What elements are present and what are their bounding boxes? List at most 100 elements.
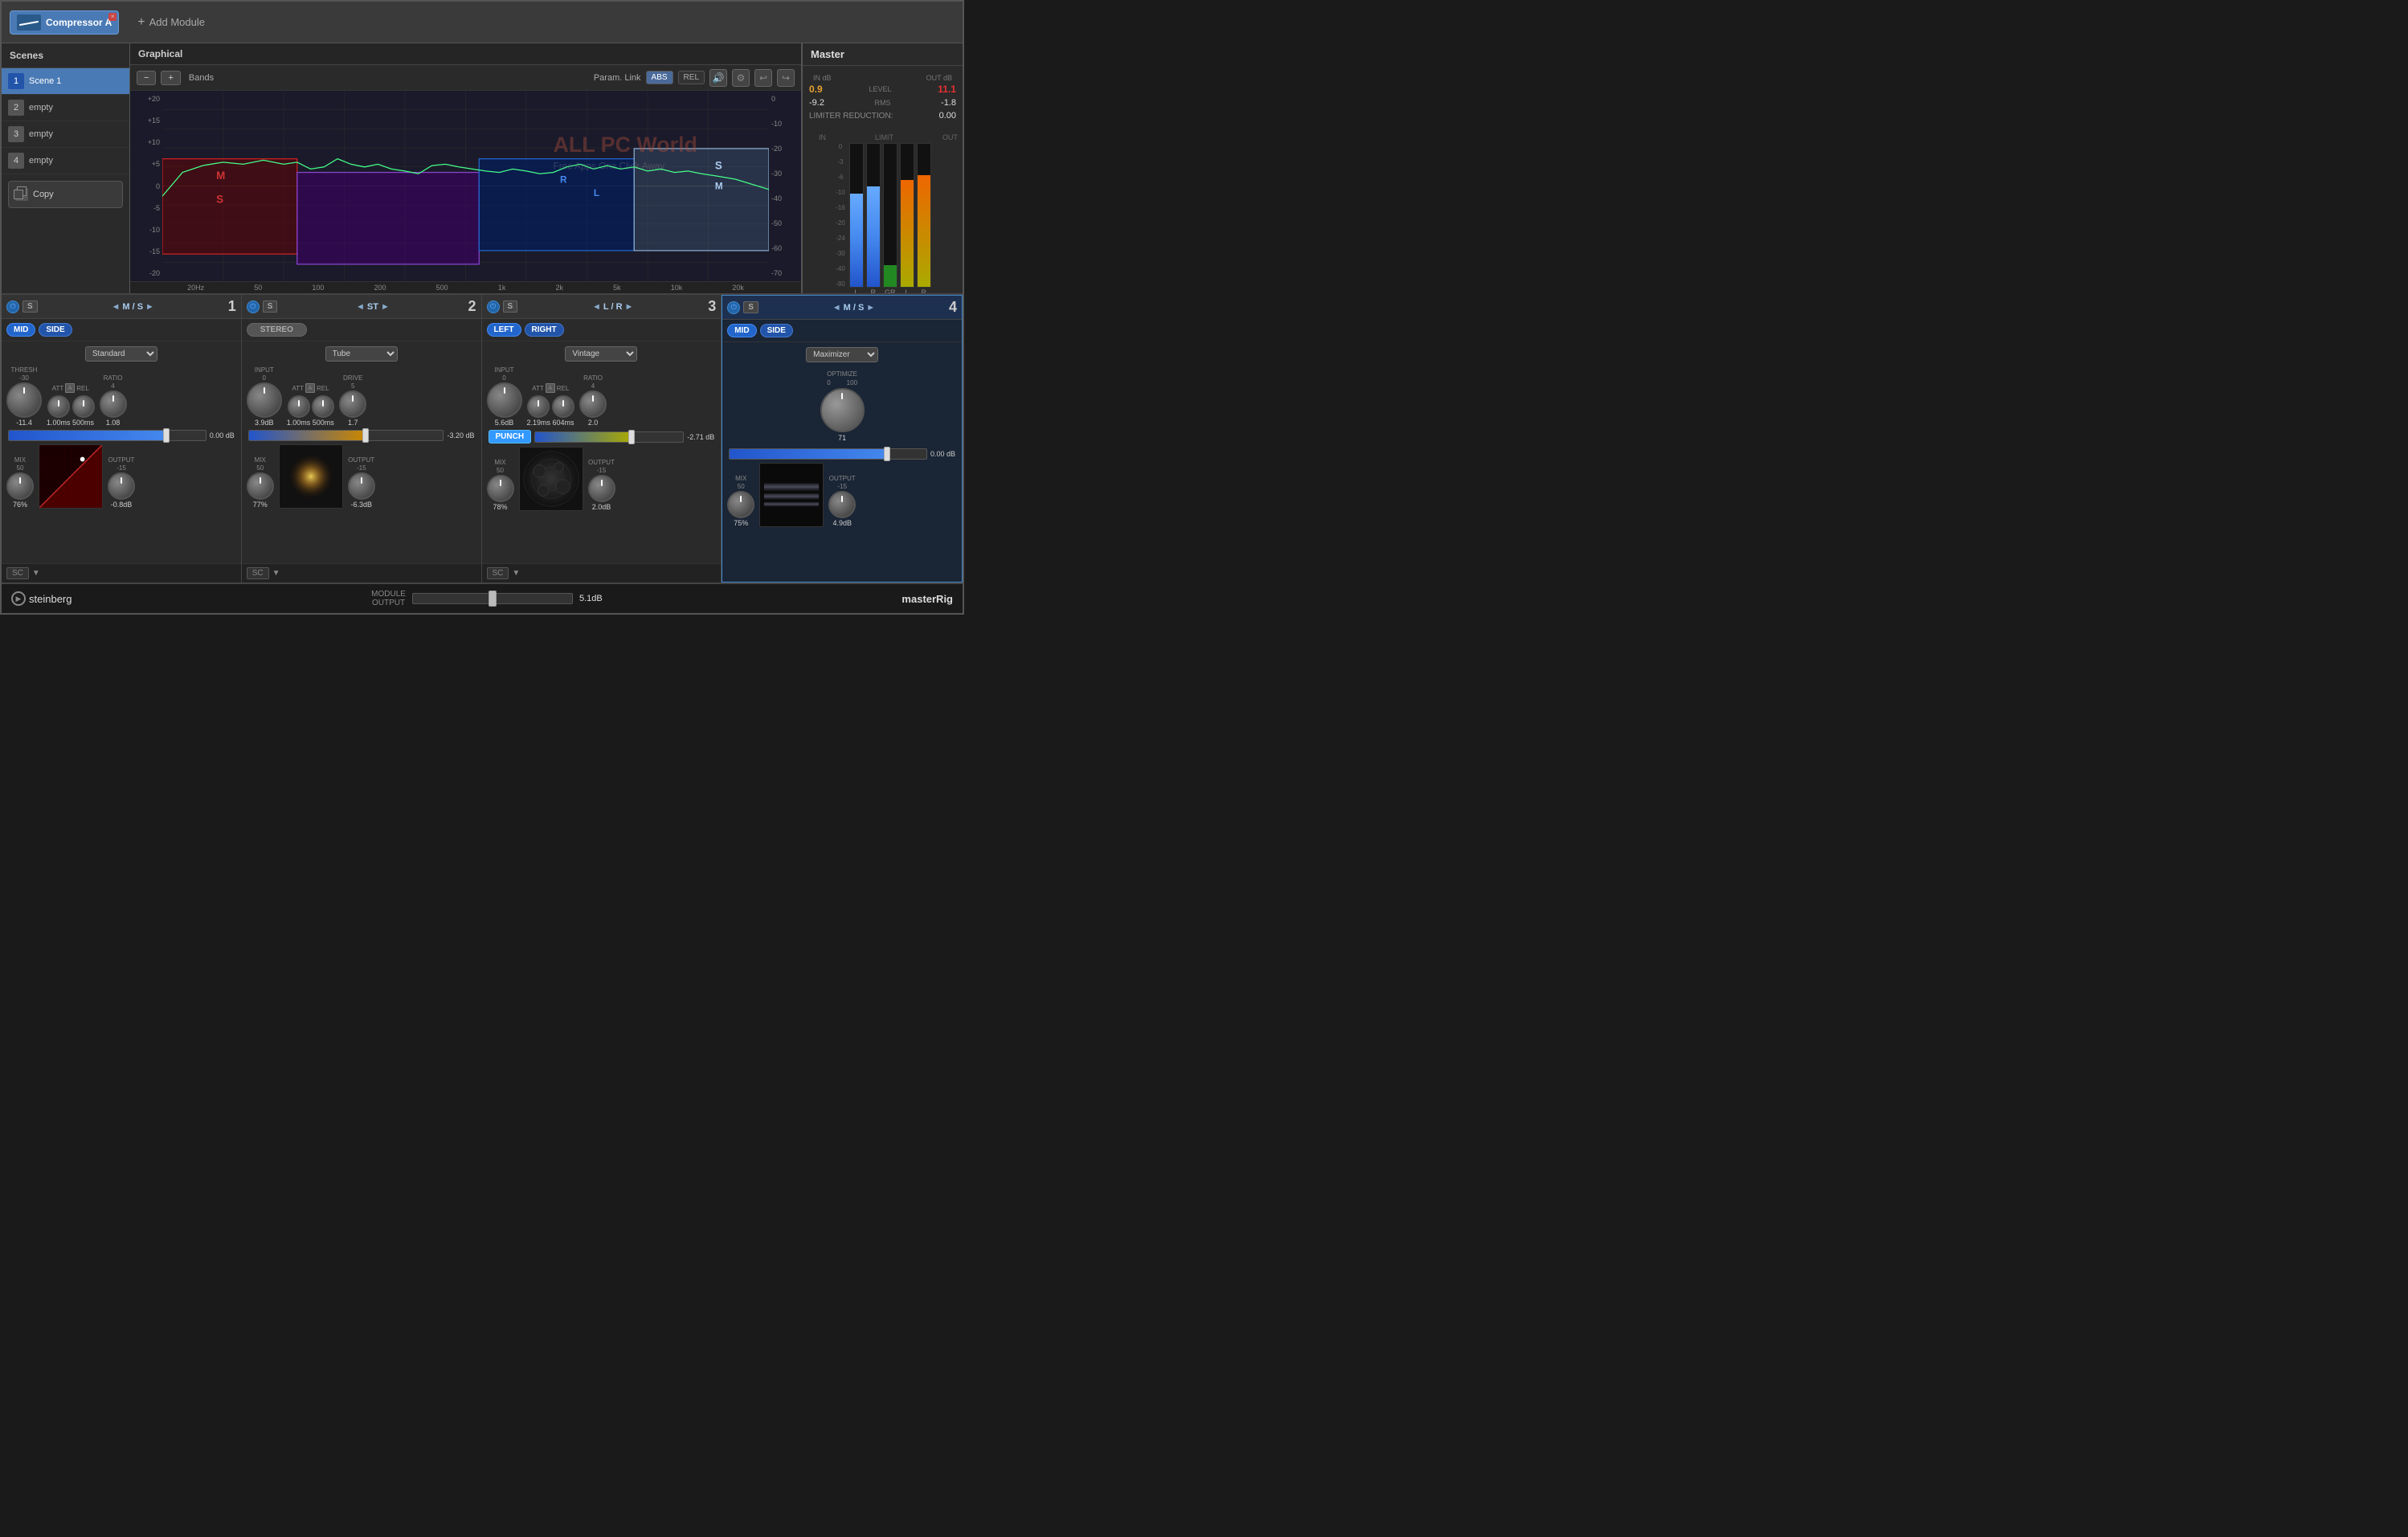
module-3-mix-knob[interactable] xyxy=(487,475,514,502)
speaker-icon[interactable]: 🔊 xyxy=(709,69,727,87)
module-2-header: ⏻ S ◄ ST ► 2 xyxy=(242,295,481,319)
module-4-optimize-knob[interactable] xyxy=(820,388,865,432)
module-2-drive-knob[interactable] xyxy=(339,390,366,418)
svg-text:R: R xyxy=(560,174,567,185)
module-1-mix-knob[interactable] xyxy=(6,472,34,500)
module-2-auto-btn[interactable]: A xyxy=(305,383,315,393)
module-2-type-select[interactable]: Tube xyxy=(325,346,398,362)
module-4-output-knob[interactable] xyxy=(828,491,856,518)
module-2-nav-left[interactable]: ◄ xyxy=(356,302,365,312)
module-4-nav-right[interactable]: ► xyxy=(866,303,875,313)
module-2-fader[interactable] xyxy=(248,430,444,441)
module-1-power-button[interactable]: ⏻ xyxy=(6,300,19,313)
module-4-mode-nav: ◄ M / S ► xyxy=(763,303,944,313)
module-3-rel-knob[interactable] xyxy=(552,395,574,418)
module-tab[interactable]: × Compressor A xyxy=(10,10,119,35)
scene-item-1[interactable]: 1 Scene 1 xyxy=(2,68,129,95)
module-2-mix-knob[interactable] xyxy=(247,472,274,500)
abs-button[interactable]: ABS xyxy=(646,71,673,84)
module-2-output-knob[interactable] xyxy=(348,472,375,500)
module-1-thresh-value: -11.4 xyxy=(16,419,32,427)
bottom-bar: ▶ steinberg MODULEOUTPUT 5.1dB masterRig xyxy=(2,583,963,613)
module-4-mix-knob[interactable] xyxy=(727,491,754,518)
module-3-output-knob[interactable] xyxy=(588,475,615,502)
eq-minus-button[interactable]: − xyxy=(137,71,156,85)
module-3-type-select[interactable]: Vintage xyxy=(565,346,637,362)
close-icon[interactable]: × xyxy=(108,13,117,21)
module-1-nav-left[interactable]: ◄ xyxy=(111,302,120,312)
module-3-input-ratio: INPUT 0 5.6dB ATT A REL xyxy=(487,366,717,427)
scene-item-4[interactable]: 4 empty xyxy=(2,148,129,174)
redo-icon[interactable]: ↪ xyxy=(777,69,795,87)
module-2-nav-right[interactable]: ► xyxy=(381,302,390,312)
module-2-mix-output: MIX 50 77% xyxy=(247,444,476,509)
svg-text:S: S xyxy=(216,194,223,206)
meter-bar-R-out-container xyxy=(917,143,931,288)
module-3-ratio-knob[interactable] xyxy=(579,390,607,418)
module-3-left-button[interactable]: LEFT xyxy=(487,323,521,337)
copy-button[interactable]: Copy xyxy=(8,181,123,208)
module-3-mode-buttons: LEFT RIGHT xyxy=(482,319,722,341)
module-1-rel-knob[interactable] xyxy=(72,395,95,418)
gear-icon[interactable]: ⚙ xyxy=(732,69,750,87)
module-output-fader[interactable] xyxy=(412,593,573,604)
add-module-button[interactable]: + Add Module xyxy=(131,12,211,33)
module-2-att-knob[interactable] xyxy=(288,395,310,418)
module-1-s-button[interactable]: S xyxy=(22,300,38,313)
meter-bar-R-in xyxy=(867,186,880,287)
module-1-sc-button[interactable]: SC xyxy=(6,567,29,579)
scene-item-2[interactable]: 2 empty xyxy=(2,95,129,121)
module-1-side-button[interactable]: SIDE xyxy=(39,323,72,337)
module-2-sc-button[interactable]: SC xyxy=(247,567,269,579)
module-1-thresh-knob[interactable] xyxy=(6,382,42,418)
content-area: Scenes 1 Scene 1 2 empty 3 empty 4 empty… xyxy=(2,43,963,293)
module-3-sc-button[interactable]: SC xyxy=(487,567,509,579)
meter-L-in: L xyxy=(849,143,864,293)
module-3-punch-button[interactable]: PUNCH xyxy=(489,430,532,444)
module-2-input-knob[interactable] xyxy=(247,382,282,418)
rel-button[interactable]: REL xyxy=(678,71,705,84)
module-1-nav-right[interactable]: ► xyxy=(145,302,154,312)
module-3-nav-left[interactable]: ◄ xyxy=(592,302,601,312)
module-4-s-button[interactable]: S xyxy=(743,301,758,313)
module-3-sc-arrow[interactable]: ▼ xyxy=(512,569,520,578)
module-1-att-knob[interactable] xyxy=(47,395,70,418)
module-1-output-knob[interactable] xyxy=(108,472,135,500)
module-3-input-knob[interactable] xyxy=(487,382,522,418)
param-link-label: Param. Link xyxy=(594,73,641,83)
master-meters: IN dB OUT dB 0.9 LEVEL 11.1 -9.2 RMS -1.… xyxy=(803,66,963,132)
scene-item-3[interactable]: 3 empty xyxy=(2,121,129,148)
module-4-mode-buttons: MID SIDE xyxy=(722,320,962,342)
eq-plus-button[interactable]: + xyxy=(161,71,180,85)
module-4-type-select[interactable]: Maximizer xyxy=(806,347,878,362)
module-3-auto-btn[interactable]: A xyxy=(546,383,555,393)
module-4-side-button[interactable]: SIDE xyxy=(760,324,793,337)
module-3-s-button[interactable]: S xyxy=(503,300,518,313)
module-2-stereo-button[interactable]: STEREO xyxy=(247,323,307,337)
module-2-drive-value: 1.7 xyxy=(348,419,358,427)
limiter-value: 0.00 xyxy=(939,111,956,121)
module-1-ratio-knob[interactable] xyxy=(100,390,127,418)
module-1-sc-arrow[interactable]: ▼ xyxy=(32,569,40,578)
meter-bar-GR xyxy=(884,265,897,287)
module-3-right-button[interactable]: RIGHT xyxy=(525,323,564,337)
module-1-auto-btn[interactable]: A xyxy=(65,383,75,393)
undo-icon[interactable]: ↩ xyxy=(754,69,772,87)
module-2-s-button[interactable]: S xyxy=(263,300,278,313)
module-3-nav-right[interactable]: ► xyxy=(625,302,634,312)
module-4-mid-button[interactable]: MID xyxy=(727,324,756,337)
module-2-sc-arrow[interactable]: ▼ xyxy=(272,569,280,578)
module-4-fader[interactable] xyxy=(729,448,927,460)
module-3-fader[interactable] xyxy=(534,431,684,443)
module-3-power-button[interactable]: ⏻ xyxy=(487,300,500,313)
module-2-power-button[interactable]: ⏻ xyxy=(247,300,260,313)
module-2-rel-knob[interactable] xyxy=(312,395,334,418)
module-4-power-button[interactable]: ⏻ xyxy=(727,301,740,314)
module-1-fader[interactable] xyxy=(8,430,206,441)
module-1-type-select[interactable]: Standard xyxy=(85,346,157,362)
eq-canvas: +20 +15 +10 +5 0 -5 -10 -15 -20 0 -10 -2… xyxy=(130,91,801,281)
module-3-att-knob[interactable] xyxy=(527,395,550,418)
module-1-mid-button[interactable]: MID xyxy=(6,323,35,337)
module-4-nav-left[interactable]: ◄ xyxy=(832,303,841,313)
scene-name-2: empty xyxy=(29,103,53,112)
